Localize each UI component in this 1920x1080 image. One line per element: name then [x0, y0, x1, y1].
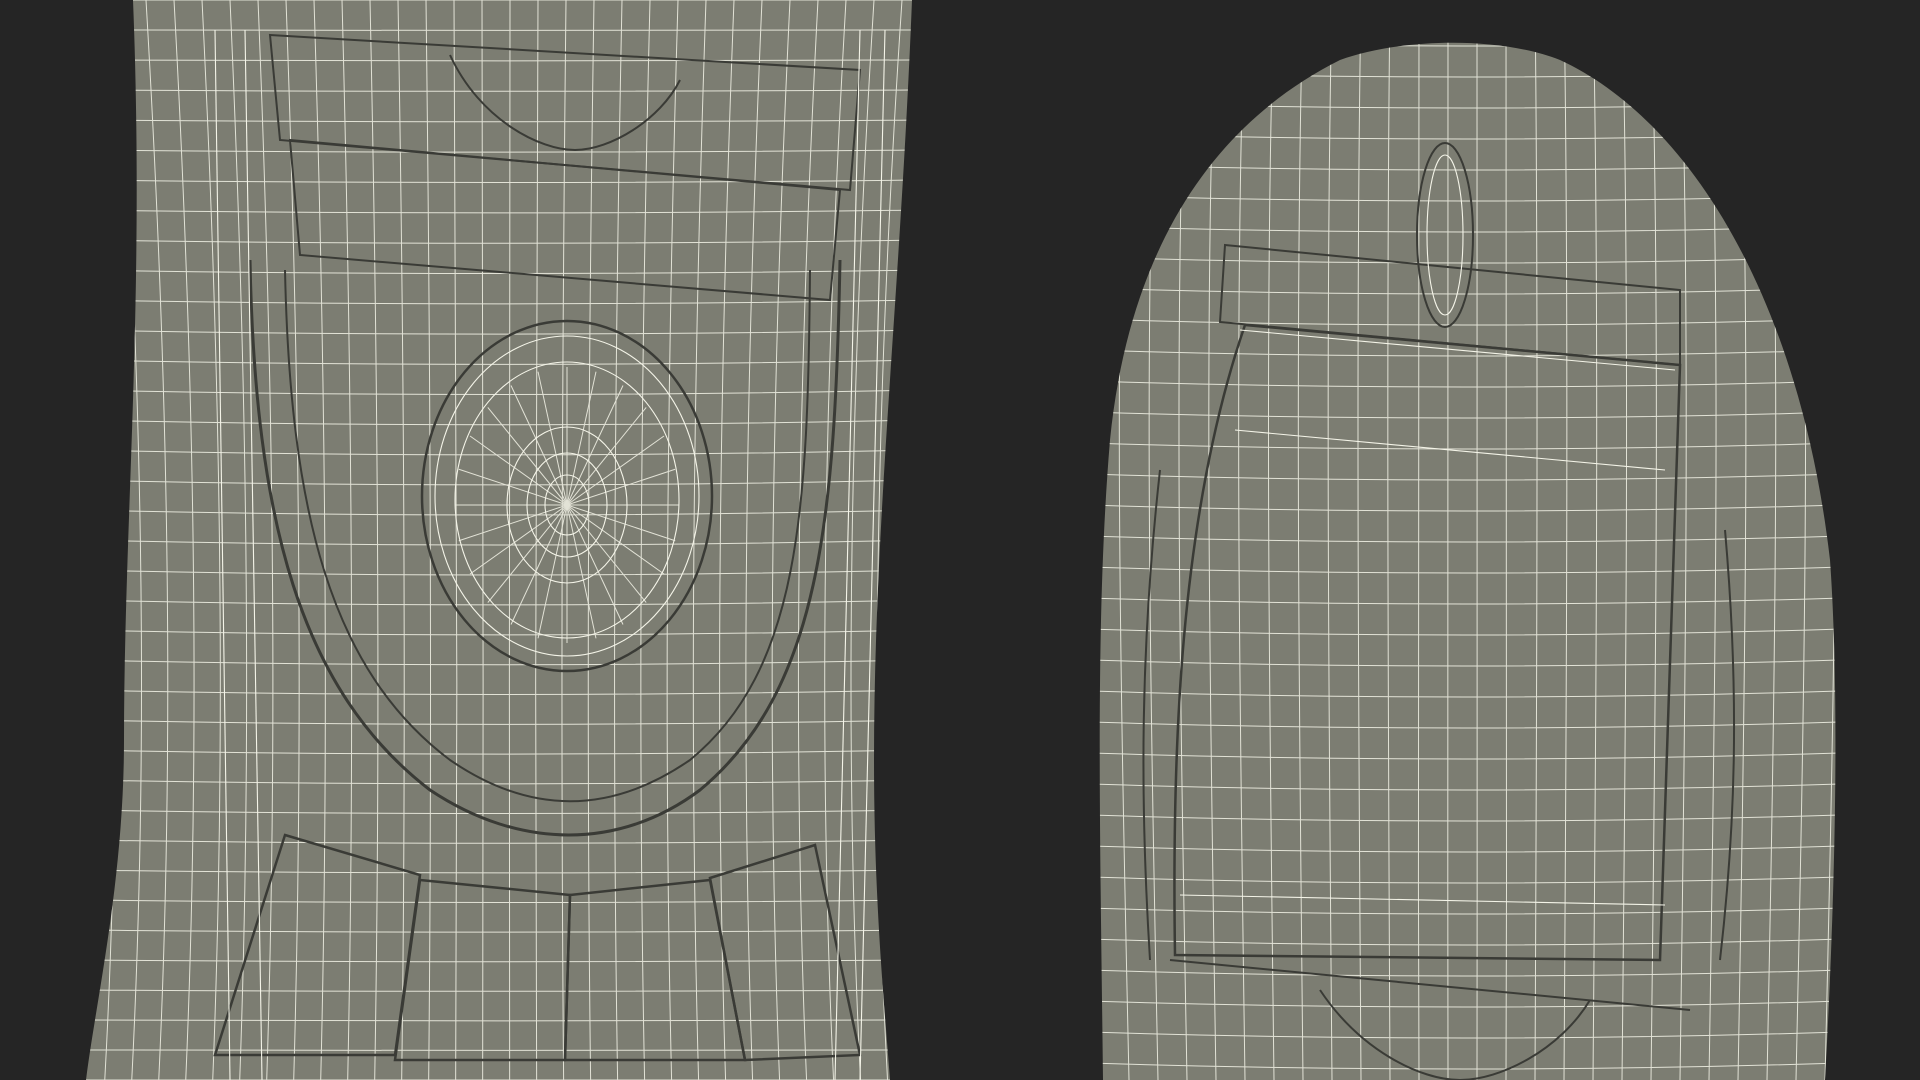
wireframe-render-viewport [0, 0, 1920, 1080]
remote-control-front-wireframe-icon [86, 0, 912, 1080]
wireframe-edge [508, 0, 511, 1080]
